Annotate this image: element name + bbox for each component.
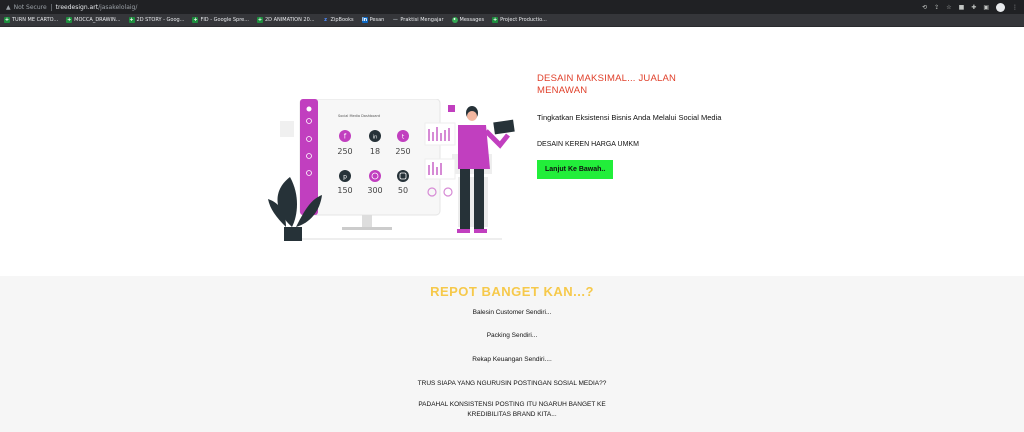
google-sheets-icon: +: [257, 17, 263, 23]
browser-address-bar: ▲ Not Secure treedesign.art/jasakelolaig…: [0, 0, 1024, 14]
hero-tagline: DESAIN KEREN HARGA UMKM: [537, 141, 639, 148]
section-title: REPOT BANGET KAN...?: [430, 284, 594, 299]
share-icon[interactable]: ⇪: [934, 4, 939, 11]
bookmark-item[interactable]: — Praktisi Mengajar: [392, 17, 444, 23]
pain-point-text: TRUS SIAPA YANG NGURUSIN POSTINGAN SOSIA…: [417, 380, 607, 387]
url-path[interactable]: /jasakelolaig/: [98, 4, 137, 11]
svg-text:in: in: [372, 135, 378, 141]
divider: [50, 3, 52, 11]
google-sheets-icon: +: [4, 17, 10, 23]
pain-point-text: Packing Sendiri...: [486, 332, 538, 339]
svg-text:18: 18: [370, 147, 380, 156]
svg-text:300: 300: [367, 186, 382, 195]
google-sheets-icon: +: [492, 17, 499, 23]
linkedin-icon: in: [361, 17, 368, 23]
dribbble-icon: [369, 170, 381, 182]
hero-section: Social Media Dashboard f in t 250 18 250…: [0, 27, 1024, 276]
extension-icon[interactable]: ■: [959, 4, 965, 11]
social-media-dashboard-illustration: Social Media Dashboard f in t 250 18 250…: [268, 99, 515, 241]
puzzle-icon[interactable]: ✚: [971, 4, 976, 11]
pain-point-text: Rekap Keuangan Sendiri....: [472, 356, 552, 363]
bookmark-item[interactable]: • Messages: [451, 17, 484, 23]
bookmark-item[interactable]: +2D STORY - Goog...: [128, 17, 184, 23]
bookmarks-bar: + TURN ME CARTO... + MOCCA_DRAWIN... +2D S…: [0, 14, 1024, 27]
hero-text-block: DESAIN MAKSIMAL... JUALAN MENAWAN Tingka…: [537, 73, 727, 179]
browser-actions: ⟲ ⇪ ☆ ■ ✚ ▣ ⋮: [922, 2, 1018, 12]
pain-point-text: PADAHAL KONSISTENSI POSTING ITU NGARUH B…: [418, 401, 606, 418]
warning-icon[interactable]: ▲: [6, 4, 11, 11]
avatar[interactable]: [996, 2, 1005, 12]
bookmark-item[interactable]: + MOCCA_DRAWIN...: [66, 17, 121, 23]
svg-text:250: 250: [395, 147, 410, 156]
pain-point-text: Balesin Customer Sendiri...: [472, 309, 552, 316]
bookmark-item[interactable]: + Project Productio...: [492, 17, 547, 23]
google-sheets-icon: +: [66, 17, 73, 23]
star-icon[interactable]: ☆: [946, 4, 951, 11]
menu-icon[interactable]: ⋮: [1012, 4, 1018, 11]
pain-points-section: REPOT BANGET KAN...? Balesin Customer Se…: [0, 276, 1024, 432]
svg-text:250: 250: [337, 147, 352, 156]
hero-subtitle: Tingkatkan Eksistensi Bisnis Anda Melalu…: [537, 113, 722, 122]
bookmark-item[interactable]: +2D ANIMATION 20...: [257, 17, 315, 23]
google-sheets-icon: +: [128, 17, 135, 23]
bookmark-item[interactable]: z ZipBooks: [323, 17, 354, 23]
bookmark-item[interactable]: in Pesan: [361, 17, 384, 23]
bookmark-item[interactable]: + TURN ME CARTO...: [4, 17, 58, 23]
svg-text:50: 50: [398, 186, 408, 195]
url-host[interactable]: treedesign.art: [56, 4, 98, 11]
sidepanel-icon[interactable]: ▣: [983, 4, 989, 11]
google-sheets-icon: +: [192, 17, 199, 23]
hero-title: DESAIN MAKSIMAL... JUALAN MENAWAN: [537, 73, 677, 96]
scroll-down-button[interactable]: Lanjut Ke Bawah..: [537, 160, 614, 179]
instagram-icon: [397, 170, 409, 182]
svg-text:p: p: [343, 174, 347, 181]
zipbooks-icon: z: [324, 17, 327, 23]
security-label[interactable]: Not Secure: [14, 4, 47, 11]
bookmark-item[interactable]: + FID - Google Spre...: [192, 17, 249, 23]
translate-icon[interactable]: ⟲: [922, 4, 927, 11]
messages-icon: •: [451, 17, 458, 23]
dashboard-title: Social Media Dashboard: [338, 114, 380, 118]
svg-text:150: 150: [337, 186, 352, 195]
praktisi-icon: —: [392, 17, 398, 23]
